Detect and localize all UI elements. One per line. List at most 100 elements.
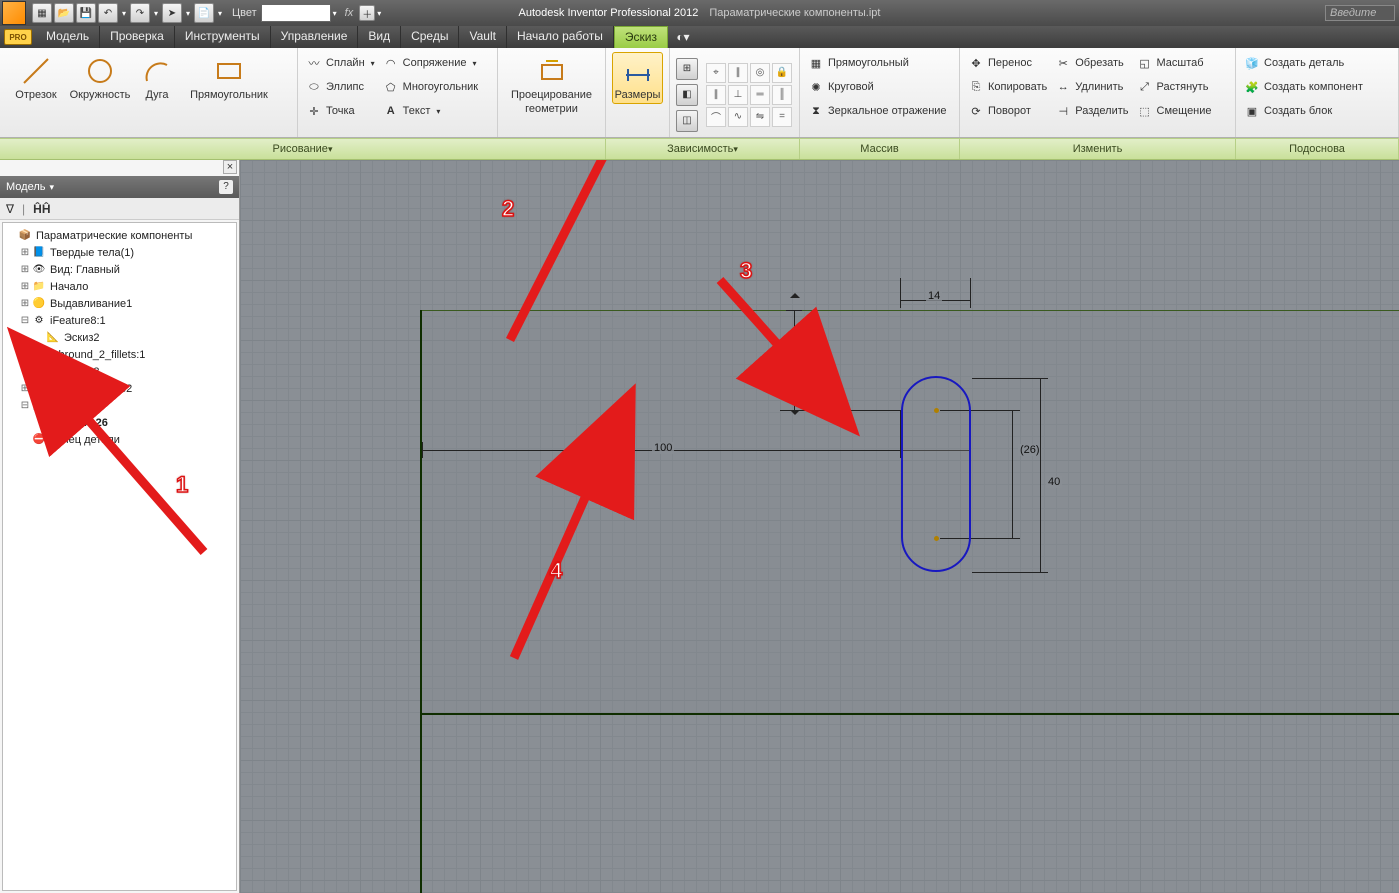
tab-manage[interactable]: Управление (271, 26, 359, 48)
qat-undo-dropdown-icon[interactable]: ▾ (120, 3, 128, 23)
dim-40-value[interactable]: 40 (1046, 476, 1062, 488)
qat-save-icon[interactable]: 💾 (76, 3, 96, 23)
tree-row[interactable]: 📐Эскиз3 (5, 363, 234, 380)
polygon-button[interactable]: ⬠Многоугольник (381, 76, 480, 98)
show-constraints-icon[interactable]: ◧ (676, 84, 698, 106)
qat-select-icon[interactable]: ➤ (162, 3, 182, 23)
color-combo[interactable] (261, 4, 331, 22)
tab-options-icon[interactable]: ◐▾ (668, 26, 698, 48)
concentric-icon[interactable]: ◎ (750, 63, 770, 83)
panel-dropdown-icon[interactable]: ▾ (49, 182, 54, 193)
symmetric-icon[interactable]: ⇋ (750, 107, 770, 127)
qat-new-icon[interactable]: ▦ (32, 3, 52, 23)
mirror-button[interactable]: ⧗Зеркальное отражение (806, 100, 949, 122)
tree-row[interactable]: ⊟🟡Obround_2_fillets:1 (5, 346, 234, 363)
tab-view[interactable]: Вид (358, 26, 401, 48)
tree-expander-icon[interactable]: ⊟ (19, 349, 31, 360)
tree-expander-icon[interactable]: ⊞ (19, 264, 31, 275)
line-button[interactable]: Отрезок (6, 52, 66, 104)
trim-button[interactable]: ✂Обрезать (1053, 52, 1130, 74)
qat-doc-icon[interactable]: 📄 (194, 3, 214, 23)
tree-expander-icon[interactable]: ⊞ (19, 298, 31, 309)
split-button[interactable]: ⊣Разделить (1053, 100, 1130, 122)
coincident-icon[interactable]: ⌖ (706, 63, 726, 83)
find-icon[interactable]: ĤĤ (33, 202, 50, 216)
rect-button[interactable]: Прямоугольник (184, 52, 274, 104)
equal-icon[interactable]: = (772, 107, 792, 127)
tree-expander-icon[interactable]: ⊞ (19, 383, 31, 394)
panel-help-icon[interactable]: ? (219, 180, 233, 194)
dim-26-line[interactable] (1012, 410, 1013, 538)
tab-model[interactable]: Модель (36, 26, 100, 48)
qat-undo-icon[interactable]: ↶ (98, 3, 118, 23)
move-button[interactable]: ✥Перенос (966, 52, 1049, 74)
tree-row[interactable]: 📐Эскиз2 (5, 329, 234, 346)
ellipse-button[interactable]: ⬭Эллипс (304, 76, 377, 98)
panel-close-icon[interactable]: × (223, 160, 237, 174)
auto-dimension-icon[interactable]: ⊞ (676, 58, 698, 80)
tab-environments[interactable]: Среды (401, 26, 459, 48)
vertical-icon[interactable]: ║ (772, 85, 792, 105)
tree-row[interactable]: ⊞🟡Выдавливание1 (5, 295, 234, 312)
model-tree[interactable]: 📦Параматрические компоненты⊞📘Твердые тел… (2, 222, 237, 891)
tree-row[interactable]: ⊞📘Твердые тела(1) (5, 244, 234, 261)
tree-row[interactable]: ⊞👁Вид: Главный (5, 261, 234, 278)
center-point-bottom[interactable] (934, 536, 939, 541)
tree-row[interactable]: 📦Параматрические компоненты (5, 227, 234, 244)
group-label-constrain[interactable]: Зависимость (606, 139, 800, 159)
sketch-canvas[interactable]: 100 14 20 (26) 40 (240, 160, 1399, 893)
circle-button[interactable]: Окружность (70, 52, 130, 104)
help-search-input[interactable]: Введите (1325, 5, 1395, 21)
qat-open-icon[interactable]: 📂 (54, 3, 74, 23)
group-label-draw[interactable]: Рисование (0, 139, 606, 159)
text-button[interactable]: AТекст▾ (381, 100, 480, 122)
create-component-button[interactable]: 🧩Создать компонент (1242, 76, 1365, 98)
smooth-icon[interactable]: ∿ (728, 107, 748, 127)
tree-row[interactable]: ⊟⚙iFeature8:1 (5, 312, 234, 329)
dim-14-value[interactable]: 14 (926, 290, 942, 302)
app-icon[interactable] (2, 1, 26, 25)
rotate-button[interactable]: ⟳Поворот (966, 100, 1049, 122)
qat-plus-icon[interactable]: ＋ (359, 5, 375, 21)
rectangular-array-button[interactable]: ▦Прямоугольный (806, 52, 949, 74)
filter-icon[interactable]: ∇ (6, 202, 14, 216)
pro-badge-icon[interactable]: PRO (4, 29, 32, 45)
qat-redo-dropdown-icon[interactable]: ▾ (152, 3, 160, 23)
tree-expander-icon[interactable]: ⊟ (19, 315, 31, 326)
constraint-settings-icon[interactable]: ◫ (676, 110, 698, 132)
fillet-button[interactable]: ◠Сопряжение▾ (381, 52, 480, 74)
dim-40-line[interactable] (1040, 378, 1041, 572)
scale-button[interactable]: ◱Масштаб (1135, 52, 1214, 74)
qat-doc-dropdown-icon[interactable]: ▾ (216, 3, 224, 23)
qat-overflow-icon[interactable]: ▾ (375, 3, 383, 23)
arc-button[interactable]: Дуга (134, 52, 180, 104)
tab-sketch[interactable]: Эскиз (614, 26, 668, 48)
tree-row[interactable]: ⛔Конец детали (5, 431, 234, 448)
panel-titlebar[interactable]: Модель ▾ ? (0, 176, 239, 198)
obround-sketch[interactable] (901, 376, 971, 572)
copy-button[interactable]: ⎘Копировать (966, 76, 1049, 98)
tree-expander-icon[interactable]: ⊞ (19, 281, 31, 292)
tree-row[interactable]: ⊞📁Начало (5, 278, 234, 295)
tab-tools[interactable]: Инструменты (175, 26, 271, 48)
tree-row[interactable]: ⊞🟡Выдавливание2 (5, 380, 234, 397)
tab-inspect[interactable]: Проверка (100, 26, 175, 48)
fix-icon[interactable]: 🔒 (772, 63, 792, 83)
color-dropdown-icon[interactable]: ▾ (331, 3, 339, 23)
circular-array-button[interactable]: ✺Круговой (806, 76, 949, 98)
collinear-icon[interactable]: ∥ (728, 63, 748, 83)
perpendicular-icon[interactable]: ⊥ (728, 85, 748, 105)
dim-20-line[interactable] (794, 310, 795, 410)
stretch-button[interactable]: ⤢Растянуть (1135, 76, 1214, 98)
dim-100-value[interactable]: 100 (652, 442, 674, 454)
create-part-button[interactable]: 🧊Создать деталь (1242, 52, 1365, 74)
parallel-icon[interactable]: ∥ (706, 85, 726, 105)
spline-button[interactable]: 〰Сплайн▾ (304, 52, 377, 74)
tab-getstarted[interactable]: Начало работы (507, 26, 614, 48)
create-block-button[interactable]: ▣Создать блок (1242, 100, 1365, 122)
tangent-icon[interactable]: ⌒ (706, 107, 726, 127)
tab-vault[interactable]: Vault (459, 26, 506, 48)
tree-expander-icon[interactable]: ⊟ (19, 400, 31, 411)
project-geometry-button[interactable]: Проецирование геометрии (504, 52, 599, 118)
qat-select-dropdown-icon[interactable]: ▾ (184, 3, 192, 23)
